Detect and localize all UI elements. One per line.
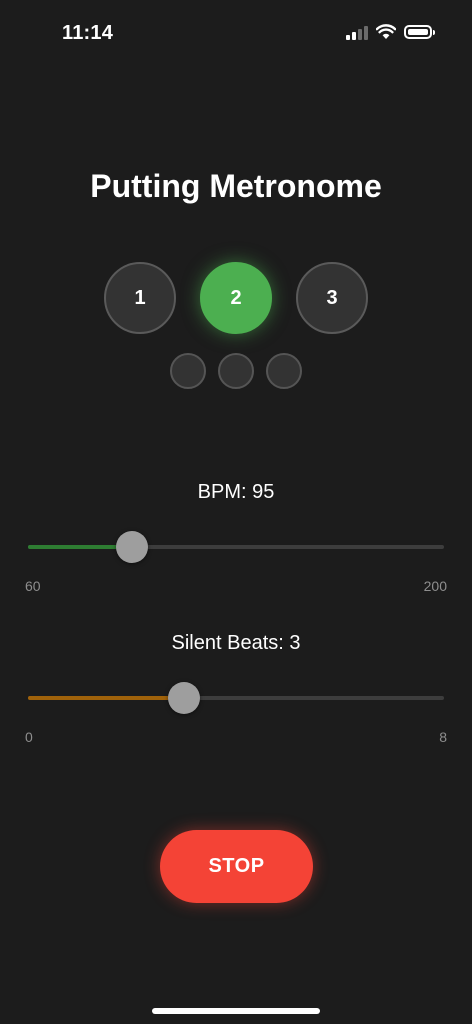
silent-beat-dot <box>266 353 302 389</box>
slider-thumb[interactable] <box>116 531 148 563</box>
status-time: 11:14 <box>62 22 114 44</box>
slider-fill <box>28 696 184 700</box>
page-title: Putting Metronome <box>90 168 382 204</box>
silent-beats-slider[interactable] <box>28 682 444 714</box>
beat-indicators: 1 2 3 <box>0 262 472 334</box>
silent-beats-max-label: 8 <box>439 729 447 745</box>
slider-thumb[interactable] <box>168 682 200 714</box>
bpm-min-label: 60 <box>25 578 41 594</box>
home-indicator[interactable] <box>152 1008 320 1014</box>
beat-indicator-3[interactable]: 3 <box>296 262 368 334</box>
silent-beat-dot <box>170 353 206 389</box>
silent-beats-label: Silent Beats: 3 <box>171 632 301 654</box>
silent-beats-min-label: 0 <box>25 729 33 745</box>
bpm-slider[interactable] <box>28 531 444 563</box>
battery-icon <box>404 25 435 39</box>
cellular-signal-icon <box>346 24 368 40</box>
stop-button[interactable]: STOP <box>160 830 313 903</box>
beat-indicator-2[interactable]: 2 <box>200 262 272 334</box>
bpm-label: BPM: 95 <box>197 481 275 503</box>
status-bar: 11:14 <box>0 0 472 70</box>
status-icons <box>346 24 435 40</box>
wifi-icon <box>376 24 396 39</box>
silent-beat-dot <box>218 353 254 389</box>
beat-indicator-1[interactable]: 1 <box>104 262 176 334</box>
silent-beat-indicators <box>0 353 472 389</box>
bpm-max-label: 200 <box>423 578 447 594</box>
